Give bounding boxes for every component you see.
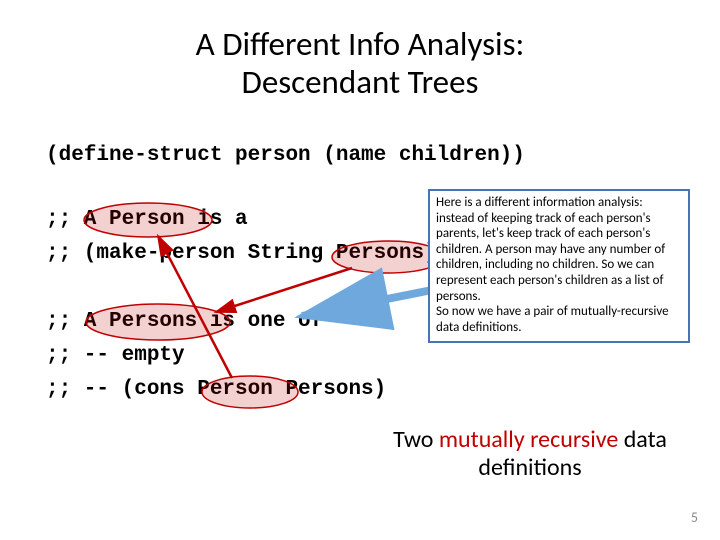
code-line-2: ;; A Person is a: [46, 208, 248, 231]
caption-before: Two: [393, 425, 439, 454]
code-line-1: (define-struct person (name children)): [46, 144, 525, 167]
title-line-2: Descendant Trees: [242, 62, 479, 102]
code-line-3: ;; (make-person String Persons): [46, 242, 437, 265]
caption-accent: mutually recursive: [439, 425, 618, 454]
callout-text-1: Here is a different information analysis…: [436, 195, 665, 304]
arrow-persons: [216, 268, 352, 312]
caption: Two mutually recursive data definitions: [370, 426, 690, 481]
title-line-1: A Different Info Analysis:: [196, 24, 525, 64]
code-line-5: ;; -- empty: [46, 344, 185, 367]
slide: A Different Info Analysis: Descendant Tr…: [0, 0, 720, 540]
code-line-6: ;; -- (cons Person Persons): [46, 378, 386, 401]
slide-title: A Different Info Analysis: Descendant Tr…: [0, 26, 720, 102]
callout-text-2: So now we have a pair of mutually-recurs…: [436, 304, 669, 335]
page-number: 5: [691, 509, 698, 526]
callout-box: Here is a different information analysis…: [428, 189, 690, 343]
code-line-4: ;; A Persons is one of: [46, 310, 323, 333]
